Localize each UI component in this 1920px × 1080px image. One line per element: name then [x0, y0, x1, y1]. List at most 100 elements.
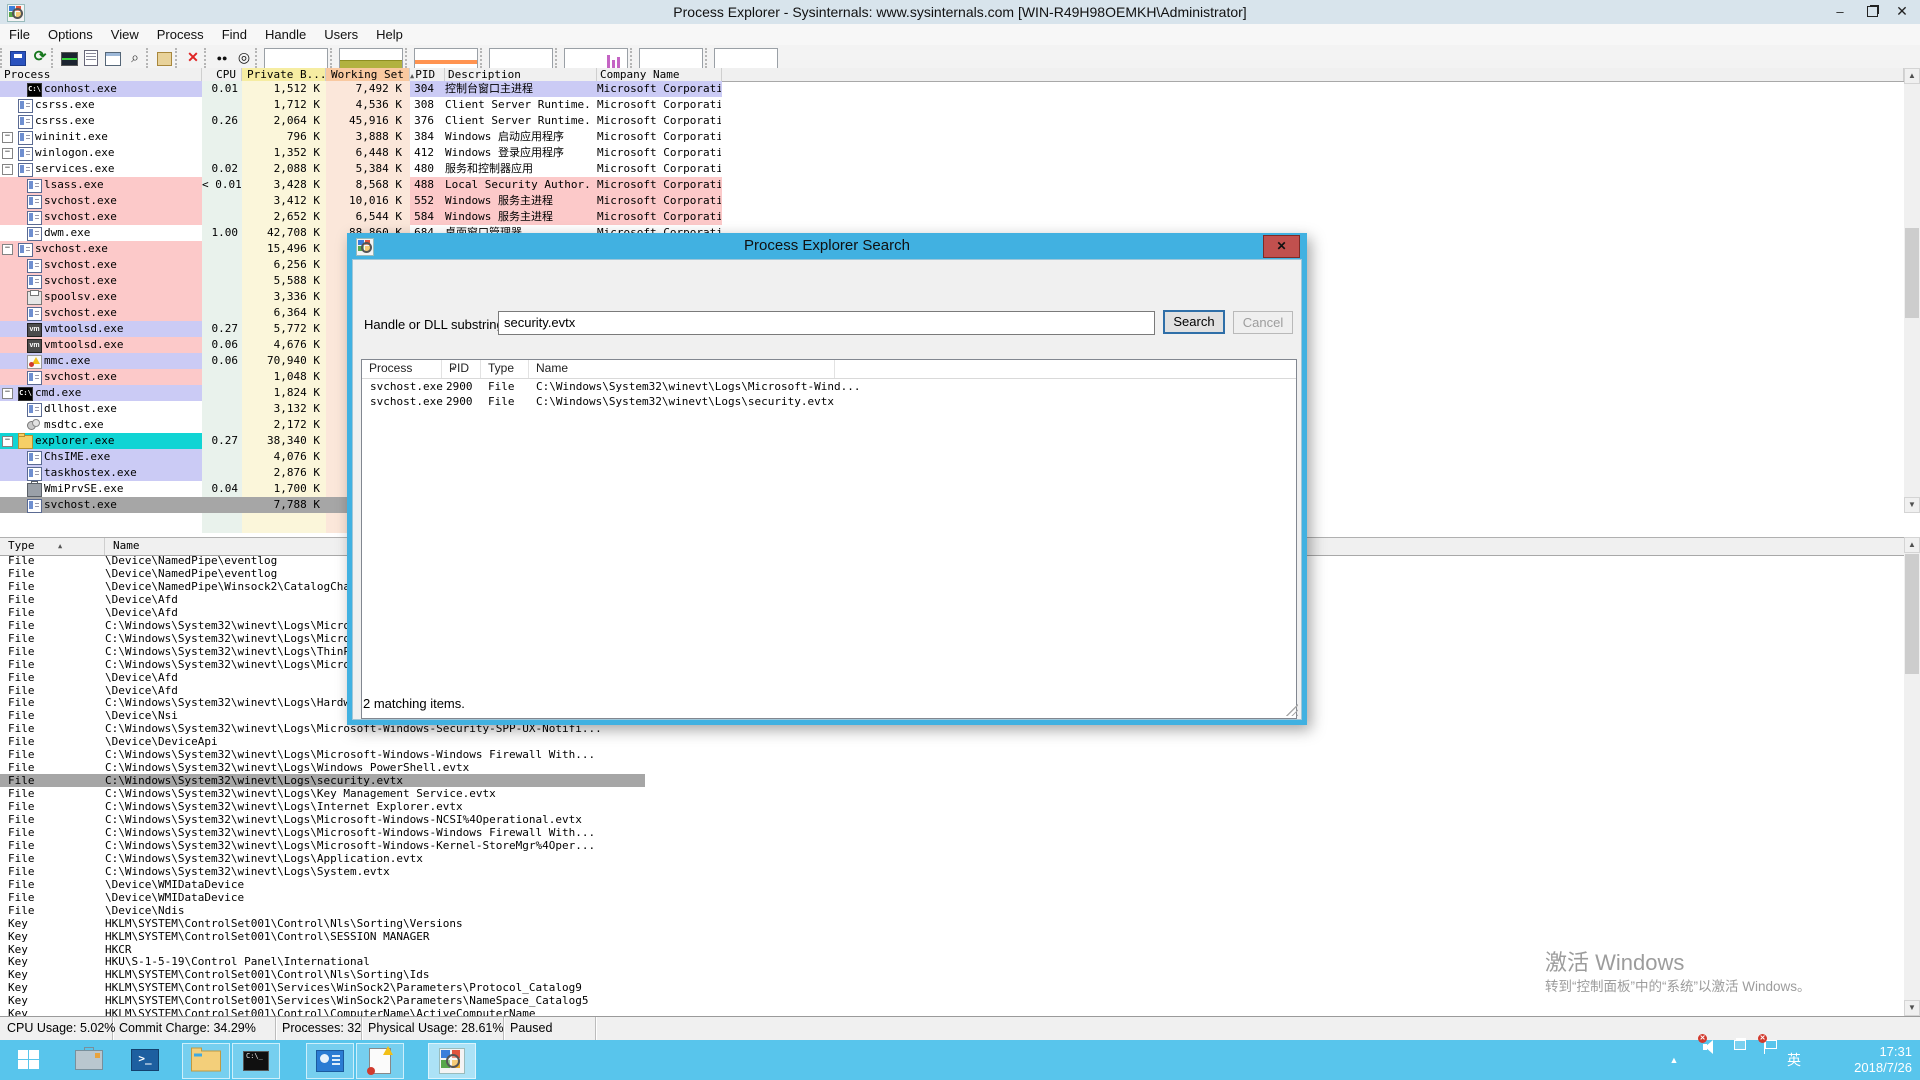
- tree-expand-icon[interactable]: −: [2, 148, 13, 159]
- action-center-flag-icon[interactable]: ✕: [1752, 1040, 1774, 1080]
- menu-item-handle[interactable]: Handle: [256, 24, 315, 45]
- handle-row[interactable]: FileC:\Windows\System32\winevt\Logs\Inte…: [0, 800, 645, 813]
- menu-item-view[interactable]: View: [102, 24, 148, 45]
- handle-row[interactable]: File\Device\DeviceApi: [0, 735, 645, 748]
- cpu-history-graph[interactable]: [339, 48, 403, 70]
- handle-row[interactable]: KeyHKLM\SYSTEM\ControlSet001\Control\Nls…: [0, 917, 645, 930]
- maximize-button-icon[interactable]: [1856, 0, 1888, 23]
- volume-muted-icon[interactable]: ✕: [1692, 1040, 1714, 1080]
- process-properties-button[interactable]: [154, 48, 174, 68]
- process-column-private-b-[interactable]: Private B...: [242, 68, 326, 81]
- scroll-thumb[interactable]: [1905, 228, 1919, 318]
- network-icon[interactable]: [1722, 1040, 1744, 1080]
- cpu-usage-graph[interactable]: [264, 48, 328, 70]
- handle-row[interactable]: KeyHKLM\SYSTEM\ControlSet001\Control\SES…: [0, 930, 645, 943]
- find-window-target-button[interactable]: ◎: [234, 48, 254, 68]
- handle-row[interactable]: FileC:\Windows\System32\winevt\Logs\Micr…: [0, 748, 645, 761]
- hidden-icons-chevron-icon[interactable]: ▲: [1664, 1040, 1684, 1080]
- process-row[interactable]: csrss.exe0.262,064 K45,916 K376Client Se…: [0, 113, 722, 129]
- resize-grip[interactable]: [1286, 704, 1298, 716]
- results-column-type[interactable]: Type: [481, 360, 529, 378]
- menu-item-find[interactable]: Find: [213, 24, 256, 45]
- handle-row[interactable]: FileC:\Windows\System32\winevt\Logs\secu…: [0, 774, 645, 787]
- tree-expand-icon[interactable]: −: [2, 164, 13, 175]
- io-history-graph[interactable]: [489, 48, 553, 70]
- results-column-pid[interactable]: PID: [442, 360, 481, 378]
- start-button[interactable]: [0, 1042, 62, 1078]
- cancel-button[interactable]: Cancel: [1233, 311, 1293, 334]
- show-handle-view-button[interactable]: ⌕: [125, 48, 145, 68]
- handle-row[interactable]: File\Device\WMIDataDevice: [0, 878, 645, 891]
- menu-item-users[interactable]: Users: [315, 24, 367, 45]
- process-column-working-set[interactable]: Working Set: [326, 68, 410, 81]
- taskbar-server-manager-button[interactable]: [66, 1043, 112, 1077]
- scroll-down-icon[interactable]: ▼: [1904, 497, 1920, 513]
- ime-indicator[interactable]: 英: [1780, 1040, 1808, 1080]
- menu-item-process[interactable]: Process: [148, 24, 213, 45]
- process-row[interactable]: −wininit.exe796 K3,888 K384Windows 启动应用程…: [0, 129, 722, 145]
- scroll-up-icon[interactable]: ▲: [1904, 537, 1920, 553]
- handle-row[interactable]: FileC:\Windows\System32\winevt\Logs\Appl…: [0, 852, 645, 865]
- handle-row[interactable]: FileC:\Windows\System32\winevt\Logs\Wind…: [0, 761, 645, 774]
- save-button[interactable]: [8, 48, 28, 68]
- handle-row[interactable]: File\Device\WMIDataDevice: [0, 891, 645, 904]
- results-column-name[interactable]: Name: [529, 360, 835, 378]
- gpu-history-graph[interactable]: [639, 48, 703, 70]
- result-row[interactable]: svchost.exe2900FileC:\Windows\System32\w…: [362, 379, 1296, 394]
- handle-row[interactable]: KeyHKLM\SYSTEM\ControlSet001\Services\Wi…: [0, 994, 645, 1007]
- process-column-process[interactable]: Process: [0, 68, 202, 81]
- io-bytes-graph[interactable]: [564, 48, 628, 70]
- handle-row[interactable]: File\Device\Ndis: [0, 904, 645, 917]
- handle-row[interactable]: KeyHKLM\SYSTEM\ControlSet001\Control\Com…: [0, 1007, 645, 1016]
- menu-item-options[interactable]: Options: [39, 24, 102, 45]
- handle-row[interactable]: KeyHKU\S-1-5-19\Control Panel\Internatio…: [0, 955, 645, 968]
- handle-row[interactable]: KeyHKLM\SYSTEM\ControlSet001\Control\Nls…: [0, 968, 645, 981]
- taskbar-powershell-button[interactable]: >_: [122, 1043, 168, 1077]
- handle-column-type[interactable]: Type▲: [0, 538, 105, 555]
- commit-history-graph[interactable]: [414, 48, 478, 70]
- taskbar-process-explorer-button[interactable]: [428, 1043, 476, 1079]
- process-row[interactable]: lsass.exe< 0.013,428 K8,568 K488Local Se…: [0, 177, 722, 193]
- kill-process-button[interactable]: ✕: [183, 48, 203, 68]
- results-column-process[interactable]: Process: [362, 360, 442, 378]
- clock[interactable]: 17:31 2018/7/26: [1816, 1040, 1912, 1080]
- find-handle-or-dll-button[interactable]: ●●: [212, 48, 232, 68]
- process-pane-scrollbar[interactable]: ▲ ▼: [1904, 68, 1920, 513]
- process-row[interactable]: −services.exe0.022,088 K5,384 K480服务和控制器…: [0, 161, 722, 177]
- show-process-tree-button[interactable]: [81, 48, 101, 68]
- process-row[interactable]: svchost.exe2,652 K6,544 K584Windows 服务主进…: [0, 209, 722, 225]
- process-row[interactable]: svchost.exe3,412 K10,016 K552Windows 服务主…: [0, 193, 722, 209]
- dialog-close-button-icon[interactable]: ✕: [1263, 235, 1300, 258]
- taskbar-event-viewer-button[interactable]: [356, 1043, 404, 1079]
- process-column-description[interactable]: Description: [445, 68, 597, 81]
- handle-pane-scrollbar[interactable]: ▲ ▼: [1904, 537, 1920, 1016]
- network-history-graph[interactable]: [714, 48, 778, 70]
- taskbar-command-prompt-button[interactable]: C:\_: [232, 1043, 280, 1079]
- handle-row[interactable]: KeyHKLM\SYSTEM\ControlSet001\Services\Wi…: [0, 981, 645, 994]
- search-input[interactable]: security.evtx: [498, 311, 1155, 335]
- tree-expand-icon[interactable]: −: [2, 244, 13, 255]
- taskbar-file-explorer-button[interactable]: [182, 1043, 230, 1079]
- system-information-button[interactable]: [59, 48, 79, 68]
- handle-row[interactable]: FileC:\Windows\System32\winevt\Logs\Micr…: [0, 813, 645, 826]
- result-row[interactable]: svchost.exe2900FileC:\Windows\System32\w…: [362, 394, 1296, 409]
- tree-expand-icon[interactable]: −: [2, 132, 13, 143]
- menu-item-help[interactable]: Help: [367, 24, 412, 45]
- handle-row[interactable]: FileC:\Windows\System32\winevt\Logs\Micr…: [0, 826, 645, 839]
- menu-item-file[interactable]: File: [0, 24, 39, 45]
- scroll-thumb[interactable]: [1905, 554, 1919, 674]
- tree-expand-icon[interactable]: −: [2, 436, 13, 447]
- handle-row[interactable]: FileC:\Windows\System32\winevt\Logs\Syst…: [0, 865, 645, 878]
- taskbar-control-panel-button[interactable]: [306, 1043, 354, 1079]
- process-column-company-name[interactable]: Company Name: [597, 68, 722, 81]
- scroll-down-icon[interactable]: ▼: [1904, 1000, 1920, 1016]
- process-row[interactable]: −winlogon.exe1,352 K6,448 K412Windows 登录…: [0, 145, 722, 161]
- process-column-pid[interactable]: ▲PID: [410, 68, 445, 81]
- process-column-cpu[interactable]: CPU: [202, 68, 242, 81]
- scroll-up-icon[interactable]: ▲: [1904, 68, 1920, 84]
- process-row[interactable]: C:\conhost.exe0.011,512 K7,492 K304控制台窗口…: [0, 81, 722, 97]
- show-dll-view-button[interactable]: [103, 48, 123, 68]
- tree-expand-icon[interactable]: −: [2, 388, 13, 399]
- process-row[interactable]: csrss.exe1,712 K4,536 K308Client Server …: [0, 97, 722, 113]
- handle-row[interactable]: FileC:\Windows\System32\winevt\Logs\Micr…: [0, 839, 645, 852]
